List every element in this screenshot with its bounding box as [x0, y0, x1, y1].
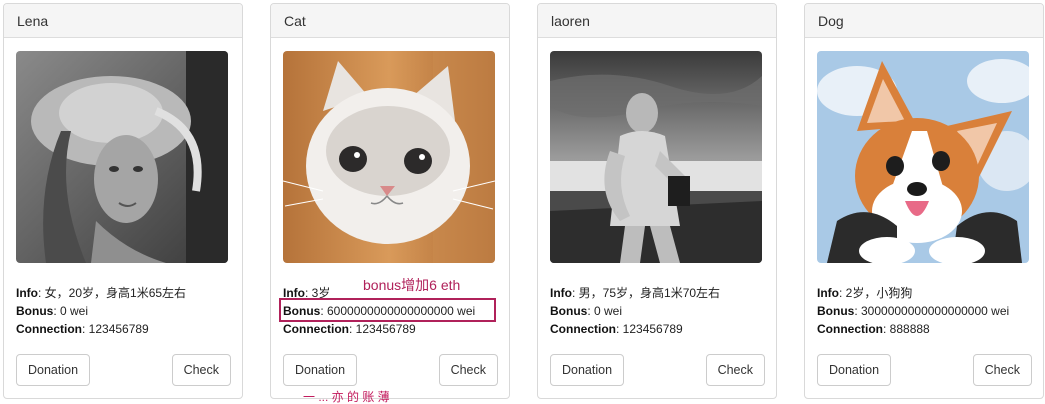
donation-button[interactable]: Donation — [550, 354, 625, 386]
card-title: Cat — [271, 4, 509, 38]
info-value: : 2岁，小狗狗 — [839, 286, 913, 300]
info-value: : 女，20岁，身高1米65左右 — [38, 286, 187, 300]
check-button[interactable]: Check — [438, 354, 498, 386]
card-details: Info: 女，20岁，身高1米65左右 Bonus: 0 wei Connec… — [16, 284, 242, 338]
lena-photo — [16, 51, 228, 263]
bonus-annotation-text: bonus增加6 eth — [363, 277, 461, 293]
connection-value: : 123456789 — [82, 322, 149, 336]
card-title: Lena — [4, 4, 242, 38]
pet-card-cat: Cat Info: 3岁 Bonus: 6000000000000000000 — [270, 3, 510, 399]
bonus-line: Bonus: 3000000000000000000 wei — [817, 302, 1043, 320]
check-button[interactable]: Check — [972, 354, 1032, 386]
connection-line: Connection: 123456789 — [283, 320, 509, 338]
info-label: Info — [16, 286, 38, 300]
connection-line: Connection: 888888 — [817, 320, 1043, 338]
pet-card-laoren: laoren Info: 男，75岁，身高1米70左右 Bonus: 0 wei… — [537, 3, 777, 399]
info-line: Info: 2岁，小狗狗 — [817, 284, 1043, 302]
connection-value: : 888888 — [883, 322, 930, 336]
bonus-line: Bonus: 0 wei — [550, 302, 776, 320]
bonus-value: : 3000000000000000000 wei — [854, 304, 1010, 318]
pet-card-lena: Lena Info: 女，20岁，身高1米65左右 Bonus: 0 wei C… — [3, 3, 243, 399]
donation-button[interactable]: Donation — [283, 354, 358, 386]
info-line: Info: 女，20岁，身高1米65左右 — [16, 284, 242, 302]
bonus-line: Bonus: 0 wei — [16, 302, 242, 320]
check-button[interactable]: Check — [171, 354, 231, 386]
bonus-value: : 0 wei — [53, 304, 89, 318]
info-value: : 男，75岁，身高1米70左右 — [572, 286, 721, 300]
info-label: Info — [550, 286, 572, 300]
donation-button[interactable]: Donation — [16, 354, 91, 386]
connection-label: Connection — [16, 322, 82, 336]
check-button[interactable]: Check — [705, 354, 765, 386]
connection-label: Connection — [283, 322, 349, 336]
pet-card-dog: Dog Info: 2岁，小狗狗 Bonus: 3000000000000000 — [804, 3, 1044, 399]
corgi-photo — [817, 51, 1029, 263]
bottom-annotation-text: 一 ... 亦 的 账 薄 — [303, 390, 390, 404]
card-details: Info: 2岁，小狗狗 Bonus: 3000000000000000000 … — [817, 284, 1043, 338]
connection-line: Connection: 123456789 — [16, 320, 242, 338]
bonus-label: Bonus — [16, 304, 54, 318]
connection-line: Connection: 123456789 — [550, 320, 776, 338]
donation-button[interactable]: Donation — [817, 354, 892, 386]
info-line: Info: 男，75岁，身高1米70左右 — [550, 284, 776, 302]
card-title: Dog — [805, 4, 1043, 38]
old-man-photo — [550, 51, 762, 263]
bonus-label: Bonus — [817, 304, 855, 318]
card-title: laoren — [538, 4, 776, 38]
bonus-label: Bonus — [550, 304, 588, 318]
connection-value: : 123456789 — [349, 322, 416, 336]
kitten-photo — [283, 51, 495, 263]
connection-value: : 123456789 — [616, 322, 683, 336]
connection-label: Connection — [817, 322, 883, 336]
bonus-value: : 0 wei — [587, 304, 623, 318]
info-label: Info — [817, 286, 839, 300]
bonus-highlight-box — [279, 298, 496, 322]
connection-label: Connection — [550, 322, 616, 336]
card-details: Info: 男，75岁，身高1米70左右 Bonus: 0 wei Connec… — [550, 284, 776, 338]
